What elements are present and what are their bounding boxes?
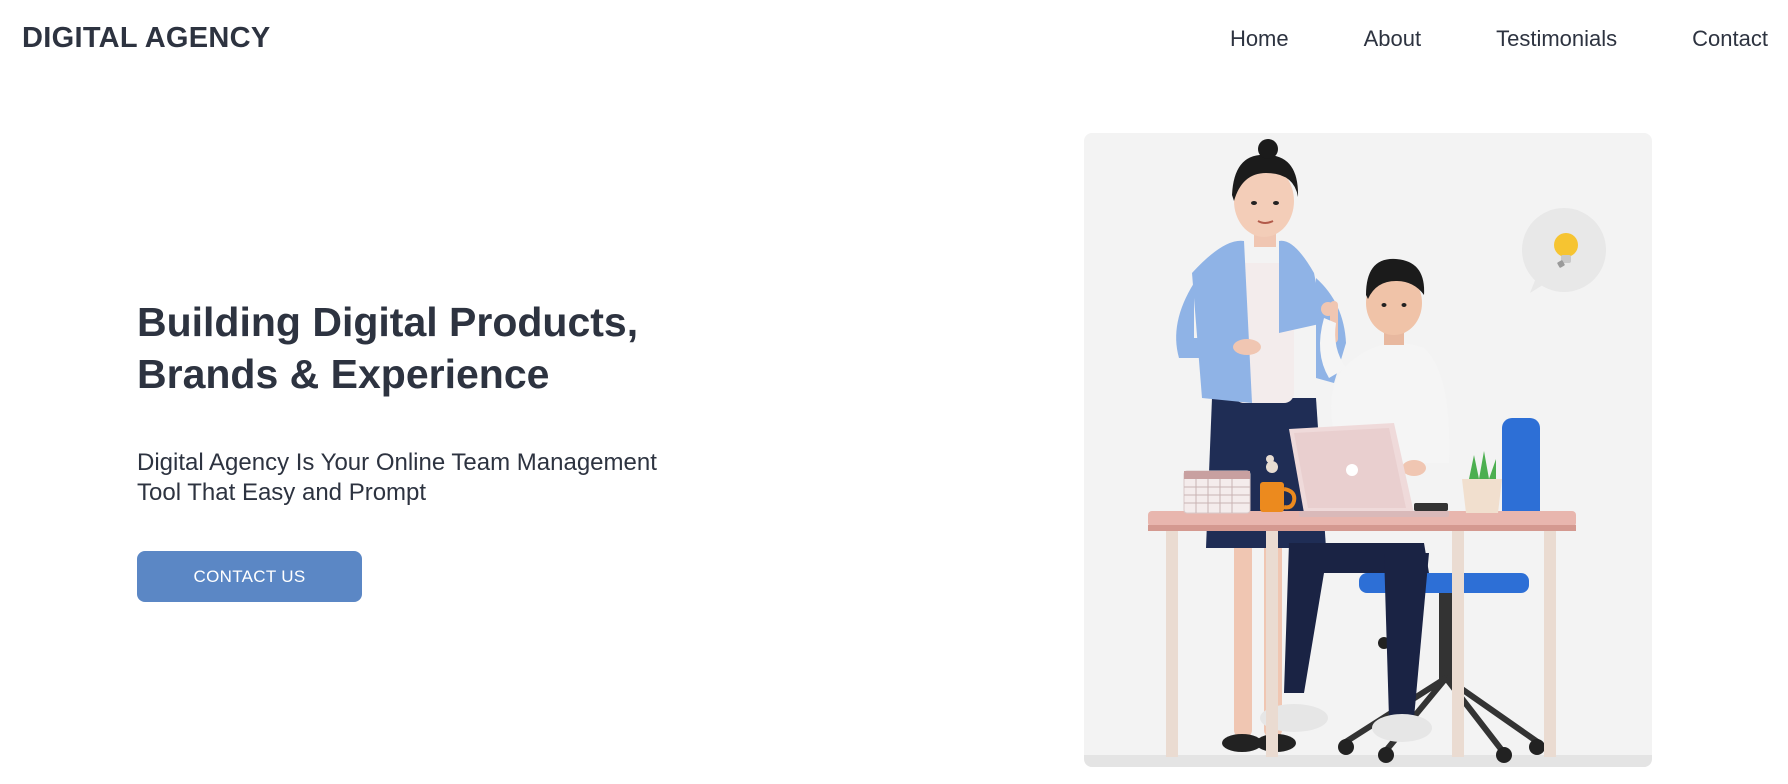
potted-plant-icon: [1462, 451, 1502, 513]
nav-link-about[interactable]: About: [1364, 26, 1422, 52]
hero-title: Building Digital Products, Brands & Expe…: [137, 296, 737, 400]
phone-icon: [1414, 503, 1448, 511]
team-working-at-desk-illustration: [1084, 139, 1652, 767]
hero-title-line-1: Building Digital Products,: [137, 299, 639, 345]
navbar: DIGITAL AGENCY Home About Testimonials C…: [0, 0, 1788, 80]
main-nav: Home About Testimonials Contact: [1155, 26, 1768, 52]
hero-subtitle-line-1: Digital Agency Is Your Online Team Manag…: [137, 449, 657, 476]
hero-illustration: [1084, 133, 1652, 767]
calendar-icon: [1183, 470, 1251, 514]
nav-link-contact[interactable]: Contact: [1692, 26, 1768, 52]
lightbulb-bubble-icon: [1522, 208, 1606, 293]
nav-link-home[interactable]: Home: [1230, 26, 1289, 52]
hero-title-line-2: Brands & Experience: [137, 351, 550, 397]
hero-subtitle: Digital Agency Is Your Online Team Manag…: [137, 448, 727, 508]
contact-us-button[interactable]: CONTACT US: [137, 551, 362, 602]
hero-section: Building Digital Products, Brands & Expe…: [137, 296, 737, 508]
site-logo[interactable]: DIGITAL AGENCY: [22, 22, 271, 55]
nav-link-testimonials[interactable]: Testimonials: [1496, 26, 1617, 52]
hero-subtitle-line-2: Tool That Easy and Prompt: [137, 479, 427, 506]
